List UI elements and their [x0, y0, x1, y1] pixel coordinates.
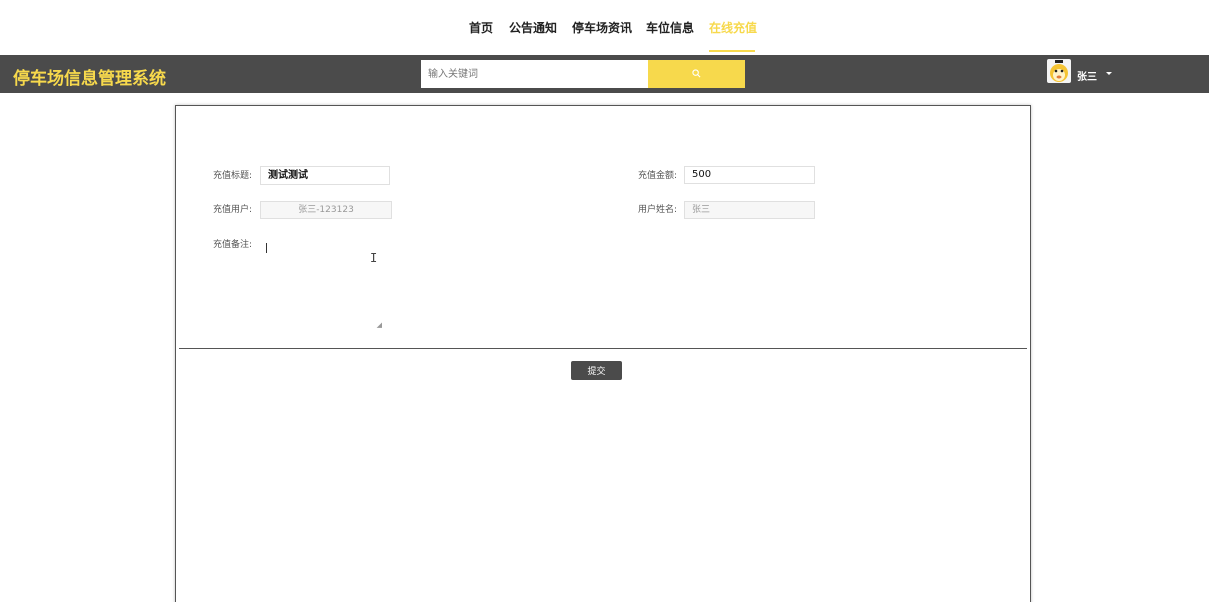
nav-item-announcements[interactable]: 公告通知: [509, 19, 557, 36]
recharge-remark-textarea[interactable]: I ◢: [260, 239, 386, 331]
recharge-title-input[interactable]: 测试测试: [260, 166, 390, 185]
recharge-user-input: 张三-123123: [260, 201, 392, 219]
resize-handle-icon[interactable]: ◢: [377, 321, 382, 329]
nav-item-home[interactable]: 首页: [469, 19, 493, 36]
avatar-cartoon-icon: [1050, 60, 1068, 82]
recharge-amount-input[interactable]: 500: [684, 166, 815, 184]
user-realname-input: 张三: [684, 201, 815, 219]
submit-button[interactable]: 提交: [571, 361, 622, 380]
site-title: 停车场信息管理系统: [13, 69, 166, 89]
caret-down-icon[interactable]: [1106, 72, 1112, 75]
user-realname-label: 用户姓名:: [638, 205, 678, 215]
ibeam-cursor-icon: I: [370, 251, 378, 265]
nav-item-parking-spaces[interactable]: 车位信息: [646, 19, 694, 36]
nav-item-parking-news[interactable]: 停车场资讯: [572, 19, 632, 36]
search-input[interactable]: [421, 60, 648, 88]
recharge-remark-label: 充值备注:: [213, 240, 253, 250]
nav-item-online-recharge[interactable]: 在线充值: [709, 19, 757, 36]
search-icon: [692, 69, 701, 78]
recharge-form-panel: 充值标题: 测试测试 充值金额: 500 充值用户: 张三-123123 用户姓…: [175, 105, 1031, 602]
user-avatar[interactable]: [1047, 59, 1071, 83]
recharge-user-label: 充值用户:: [213, 205, 253, 215]
form-divider: [179, 348, 1027, 349]
text-cursor: [266, 243, 267, 253]
recharge-title-label: 充值标题:: [213, 171, 253, 181]
recharge-amount-label: 充值金额:: [638, 171, 678, 181]
user-name[interactable]: 张三: [1077, 68, 1097, 83]
search-button[interactable]: [648, 60, 745, 88]
active-tab-indicator: [709, 50, 755, 52]
header-bar: 停车场信息管理系统 张三: [0, 55, 1209, 93]
top-nav: 首页 公告通知 停车场资讯 车位信息 在线充值: [0, 0, 1209, 55]
